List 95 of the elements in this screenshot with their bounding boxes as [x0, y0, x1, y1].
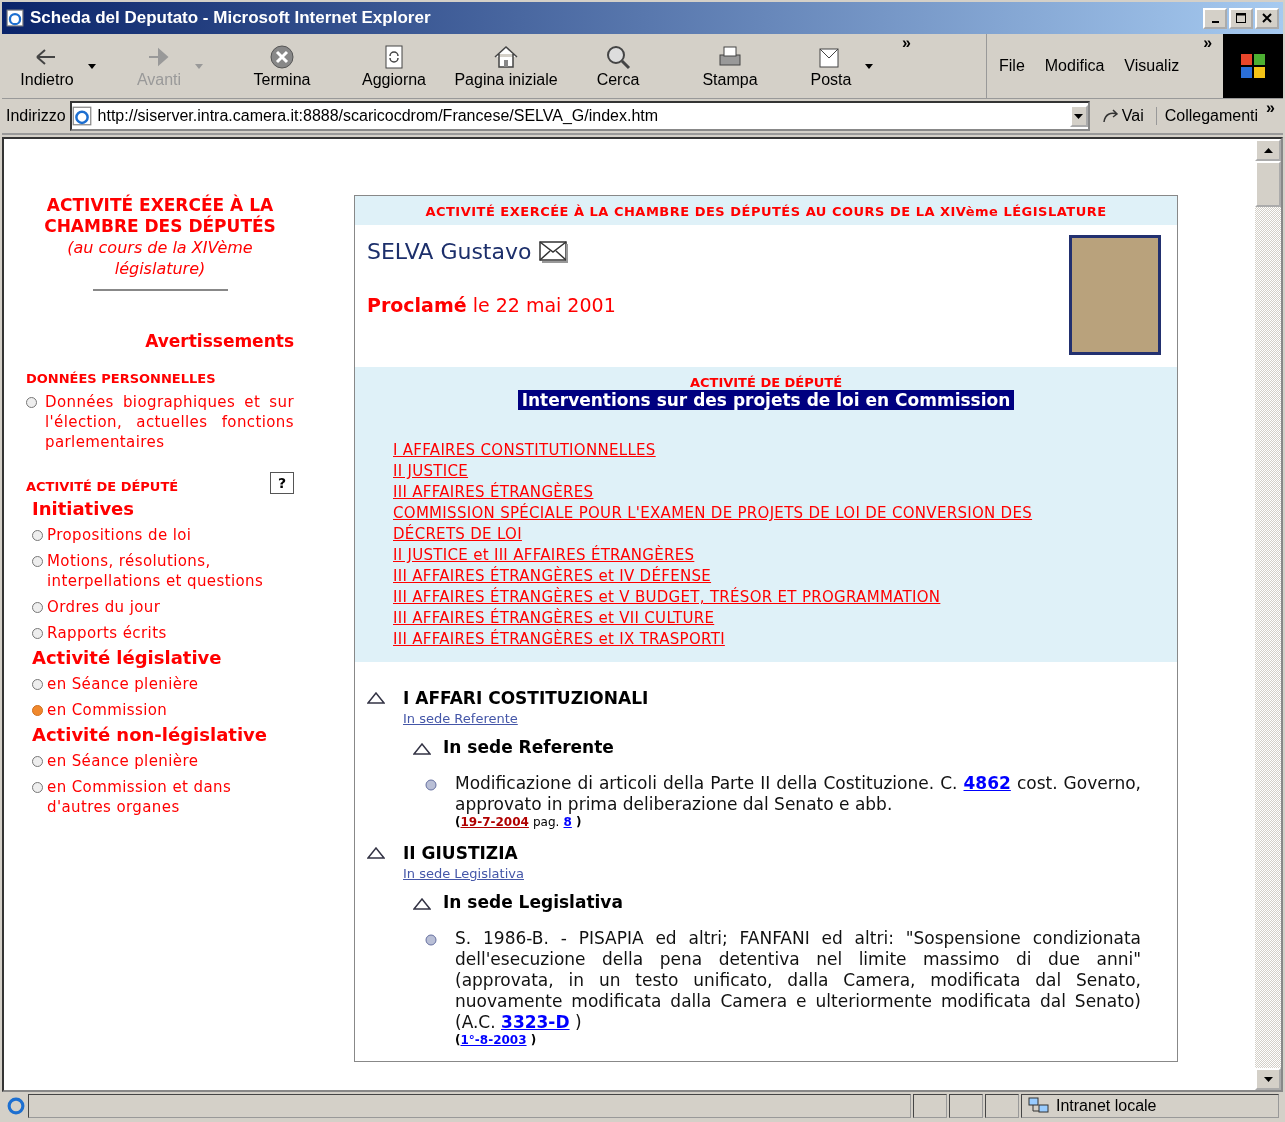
bullet-icon: [425, 779, 437, 791]
sidebar-link[interactable]: Motions, résolutions, interpellations et questions: [47, 551, 294, 591]
toolbar-button[interactable]: Posta: [786, 39, 898, 93]
caret-icon: [195, 63, 204, 69]
links-button[interactable]: Collegamenti: [1155, 107, 1259, 125]
search-icon: [604, 43, 632, 71]
scroll-down-button[interactable]: [1255, 1068, 1281, 1090]
more-chevron[interactable]: »: [1262, 99, 1279, 117]
curved-arrow-icon: [1101, 108, 1120, 124]
go-button[interactable]: Vai: [1093, 107, 1152, 125]
menu-item[interactable]: Modifica: [1044, 57, 1105, 75]
parenthesis: (: [455, 815, 461, 829]
bill-link[interactable]: 4862: [963, 773, 1011, 793]
more-chevron[interactable]: »: [898, 34, 915, 52]
bill-description: Modificazione di articoli della Parte II della Costituzione. C. 4862 cost. Governo, approvato in prima deliberazione dal Senato e abb.: [455, 773, 1141, 815]
sidebar-link[interactable]: en Commission et dans d'autres organes: [47, 777, 294, 817]
dropdown-button[interactable]: [1069, 105, 1088, 127]
group-heading: Initiatives: [32, 498, 136, 519]
anchor-link[interactable]: In sede Legislativa: [403, 866, 524, 881]
close-button[interactable]: [1255, 7, 1279, 29]
anchor-link[interactable]: In sede Referente: [403, 711, 518, 726]
caret-icon: [865, 63, 874, 69]
status-panel: [985, 1094, 1019, 1118]
section-title: Interventions sur des projets de loi en Commission: [517, 390, 1015, 410]
sidebar-link[interactable]: en Séance plenière: [47, 751, 199, 771]
sidebar-link[interactable]: Propositions de loi: [47, 525, 192, 545]
zone-label: Intranet locale: [1056, 1097, 1157, 1115]
menu-item[interactable]: Visualiz: [1124, 57, 1180, 75]
parenthesis: ): [576, 815, 582, 829]
address-label: Indirizzo: [6, 107, 66, 125]
maximize-icon: [1236, 13, 1246, 23]
network-icon: [1028, 1097, 1050, 1115]
triangle-icon[interactable]: [413, 743, 431, 755]
committee-title: I AFFARI COSTITUZIONALI: [403, 688, 649, 708]
triangle-icon[interactable]: [413, 898, 431, 910]
address-field[interactable]: http://siserver.intra.camera.it:8888/scaricocdrom/Francese/SELVA_G/index.htm: [69, 101, 1090, 131]
parenthesis: ): [530, 1033, 537, 1047]
help-button[interactable]: ?: [270, 472, 294, 494]
maximize-button[interactable]: [1229, 7, 1253, 29]
parenthesis: (: [455, 1033, 461, 1047]
menu-item[interactable]: File: [999, 57, 1025, 75]
triangle-icon[interactable]: [367, 692, 385, 704]
group-heading: Activité législative: [32, 647, 223, 668]
committee-title: II GIUSTIZIA: [403, 843, 519, 863]
stop-icon: [268, 43, 296, 71]
sidebar-link[interactable]: en Séance plenière: [47, 674, 199, 694]
toolbar-button[interactable]: Indietro: [2, 39, 114, 93]
scroll-thumb[interactable]: [1255, 161, 1281, 207]
page-icon: [71, 106, 92, 126]
page-link[interactable]: 8: [563, 815, 572, 829]
proclamation-text: Proclamé le 22 mai 2001: [367, 294, 616, 316]
caret-icon: [1074, 113, 1084, 119]
section-heading: ACTIVITÉ DE DÉPUTÉ: [688, 375, 844, 390]
scrollbar-track[interactable]: [1255, 139, 1281, 1090]
toolbar-button[interactable]: Termina: [226, 39, 338, 93]
home-icon: [492, 43, 520, 71]
sidebar-link[interactable]: Rapports écrits: [47, 623, 167, 643]
toolbar-button[interactable]: Cerca: [562, 39, 674, 93]
close-icon: [1262, 13, 1272, 23]
page-icon: [6, 9, 24, 27]
sede-title: In sede Legislativa: [443, 892, 623, 912]
triangle-icon[interactable]: [367, 847, 385, 859]
sidebar-link[interactable]: Ordres du jour: [47, 597, 161, 617]
toolbar-button[interactable]: Aggiorna: [338, 39, 450, 93]
section-heading: DONNÉES PERSONNELLES: [26, 371, 217, 386]
up-arrow-icon: [1263, 147, 1273, 153]
bullet-icon: [425, 934, 437, 946]
toolbar-button[interactable]: Pagina iniziale: [450, 39, 562, 93]
date-link[interactable]: 1°-8-2003: [460, 1033, 527, 1047]
sidebar-link[interactable]: en Commission: [47, 700, 168, 720]
sidebar-subtitle: (au cours de la XIVème législature): [66, 237, 254, 279]
more-chevron[interactable]: »: [1199, 34, 1217, 52]
group-heading: Activité non-législative: [32, 724, 268, 745]
sede-title: In sede Referente: [443, 737, 614, 757]
scroll-up-button[interactable]: [1255, 139, 1281, 161]
minimize-icon: [1211, 21, 1219, 23]
banner-title: ACTIVITÉ EXERCÉE À LA CHAMBRE DES DÉPUTÉS AU COURS DE LA XIVème LÉGISLATURE: [355, 196, 1177, 225]
minimize-button[interactable]: [1203, 7, 1227, 29]
date-link[interactable]: 19-7-2004: [460, 815, 529, 829]
status-panel: [949, 1094, 983, 1118]
page-icon: [6, 1096, 26, 1116]
bill-link[interactable]: 3323-D: [501, 1012, 570, 1032]
section-heading: ACTIVITÉ DE DÉPUTÉ: [26, 479, 179, 494]
sidebar-link[interactable]: Données biographiques et sur l'élection, actuelles fonctions parlementaires: [45, 392, 294, 452]
sidebar-title: ACTIVITÉ EXERCÉE À LA CHAMBRE DES DÉPUTÉS: [43, 195, 277, 237]
toolbar-button[interactable]: Stampa: [674, 39, 786, 93]
status-panel: [913, 1094, 947, 1118]
caret-icon: [87, 63, 96, 69]
bill-description: S. 1986-B. - PISAPIA ed altri; FANFANI ed altri: "Sospensione condizionata dell'esecuzione della pena detentiva nel limite massimo di due anni" (approvata, in un testo unificato, dalla Camera, modificata dal Senato, nuovamente modificata dalla Camera e ulteriormente modificata dal Senato) (A.C. 3323-D ): [455, 928, 1141, 1033]
page-label: pag.: [532, 815, 560, 829]
mail-icon[interactable]: [539, 240, 570, 263]
deputy-name: SELVA Gustavo: [367, 239, 532, 264]
down-arrow-icon: [1263, 1076, 1273, 1082]
window-title: Scheda del Deputato - Microsoft Internet Explorer: [30, 8, 432, 28]
warnings-link[interactable]: Avertissements: [26, 331, 294, 351]
